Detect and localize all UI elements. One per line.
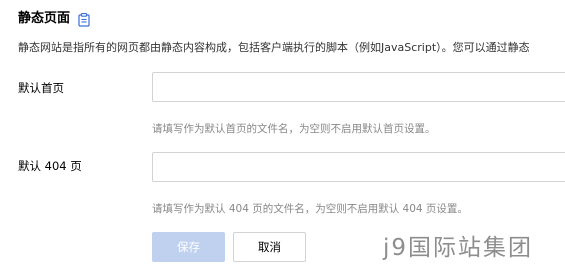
save-button[interactable]: 保存 bbox=[152, 232, 225, 262]
index-page-input[interactable] bbox=[152, 72, 565, 102]
document-icon[interactable] bbox=[78, 12, 90, 27]
section-header: 静态页面 bbox=[18, 10, 90, 28]
index-page-label: 默认首页 bbox=[18, 81, 64, 95]
error-page-label: 默认 404 页 bbox=[18, 159, 82, 173]
cancel-button[interactable]: 取消 bbox=[233, 232, 306, 262]
section-description: 静态网站是指所有的网页都由静态内容构成，包括客户端执行的脚本（例如JavaScr… bbox=[18, 41, 530, 54]
error-page-input[interactable] bbox=[152, 152, 565, 182]
index-page-hint: 请填写作为默认首页的文件名，为空则不启用默认首页设置。 bbox=[152, 123, 436, 135]
error-page-hint: 请填写作为默认 404 页的文件名，为空则不启用默认 404 页设置。 bbox=[152, 203, 468, 215]
section-title: 静态页面 bbox=[18, 11, 71, 26]
watermark-text: j9国际站集团 bbox=[383, 235, 534, 261]
static-page-settings: 静态页面 静态网站是指所有的网页都由静态内容构成，包括客户端执行的脚本（例如Ja… bbox=[0, 0, 565, 278]
